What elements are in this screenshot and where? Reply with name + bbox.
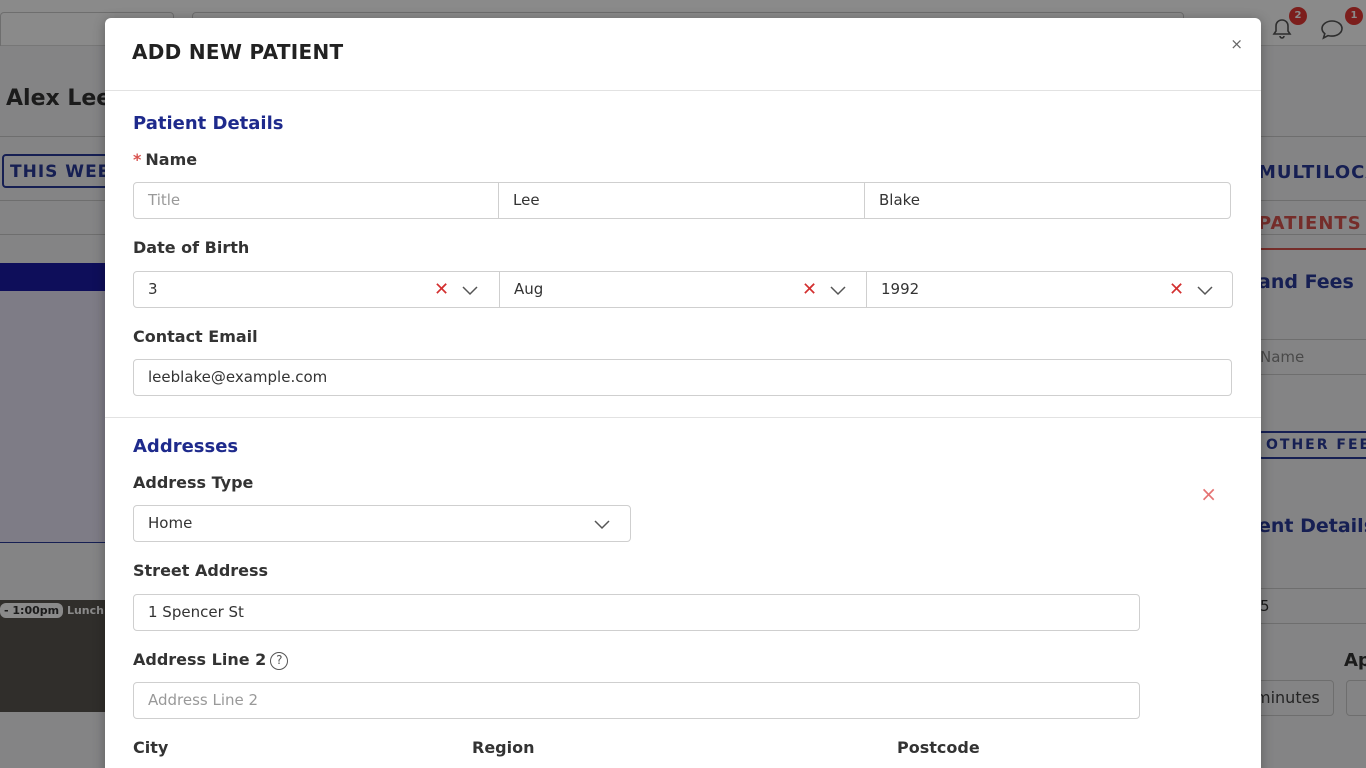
clear-icon[interactable]: ✕ (434, 280, 449, 300)
clear-icon[interactable]: ✕ (802, 280, 817, 300)
dob-label: Date of Birth (133, 238, 250, 257)
chevron-down-icon[interactable] (594, 516, 610, 532)
dob-month-value: Aug (514, 280, 544, 298)
email-input[interactable]: leeblake@example.com (133, 359, 1232, 396)
dob-year-select[interactable]: 1992 ✕ (866, 271, 1233, 308)
add-patient-modal: ADD NEW PATIENT × Patient Details * Name … (105, 18, 1261, 768)
dob-day-value: 3 (148, 280, 158, 298)
name-label: * Name (133, 150, 198, 169)
chevron-down-icon[interactable] (1197, 282, 1213, 298)
title-input[interactable]: Title (133, 182, 499, 219)
modal-header: ADD NEW PATIENT × (105, 18, 1261, 91)
region-label: Region (472, 738, 535, 757)
street-label: Street Address (133, 561, 269, 580)
address-type-value: Home (148, 514, 193, 532)
postcode-label: Postcode (897, 738, 980, 757)
email-label: Contact Email (133, 327, 258, 346)
address-line2-label: Address Line 2? (133, 650, 289, 670)
address-type-label: Address Type (133, 473, 254, 492)
last-name-input[interactable]: Blake (864, 182, 1231, 219)
dob-month-select[interactable]: Aug ✕ (499, 271, 867, 308)
section-divider (105, 417, 1261, 418)
close-icon[interactable]: × (1230, 35, 1243, 53)
dob-year-value: 1992 (881, 280, 920, 298)
chevron-down-icon[interactable] (830, 282, 846, 298)
help-icon[interactable]: ? (270, 651, 289, 670)
dob-day-select[interactable]: 3 ✕ (133, 271, 500, 308)
remove-address-icon[interactable]: × (1200, 482, 1217, 506)
patient-details-heading: Patient Details (133, 113, 284, 134)
address-type-select[interactable]: Home (133, 505, 631, 542)
modal-title: ADD NEW PATIENT (132, 40, 344, 64)
address-line2-input[interactable]: Address Line 2 (133, 682, 1140, 719)
city-label: City (133, 738, 169, 757)
street-input[interactable]: 1 Spencer St (133, 594, 1140, 631)
addresses-heading: Addresses (133, 436, 239, 457)
clear-icon[interactable]: ✕ (1169, 280, 1184, 300)
chevron-down-icon[interactable] (462, 282, 478, 298)
first-name-input[interactable]: Lee (498, 182, 865, 219)
